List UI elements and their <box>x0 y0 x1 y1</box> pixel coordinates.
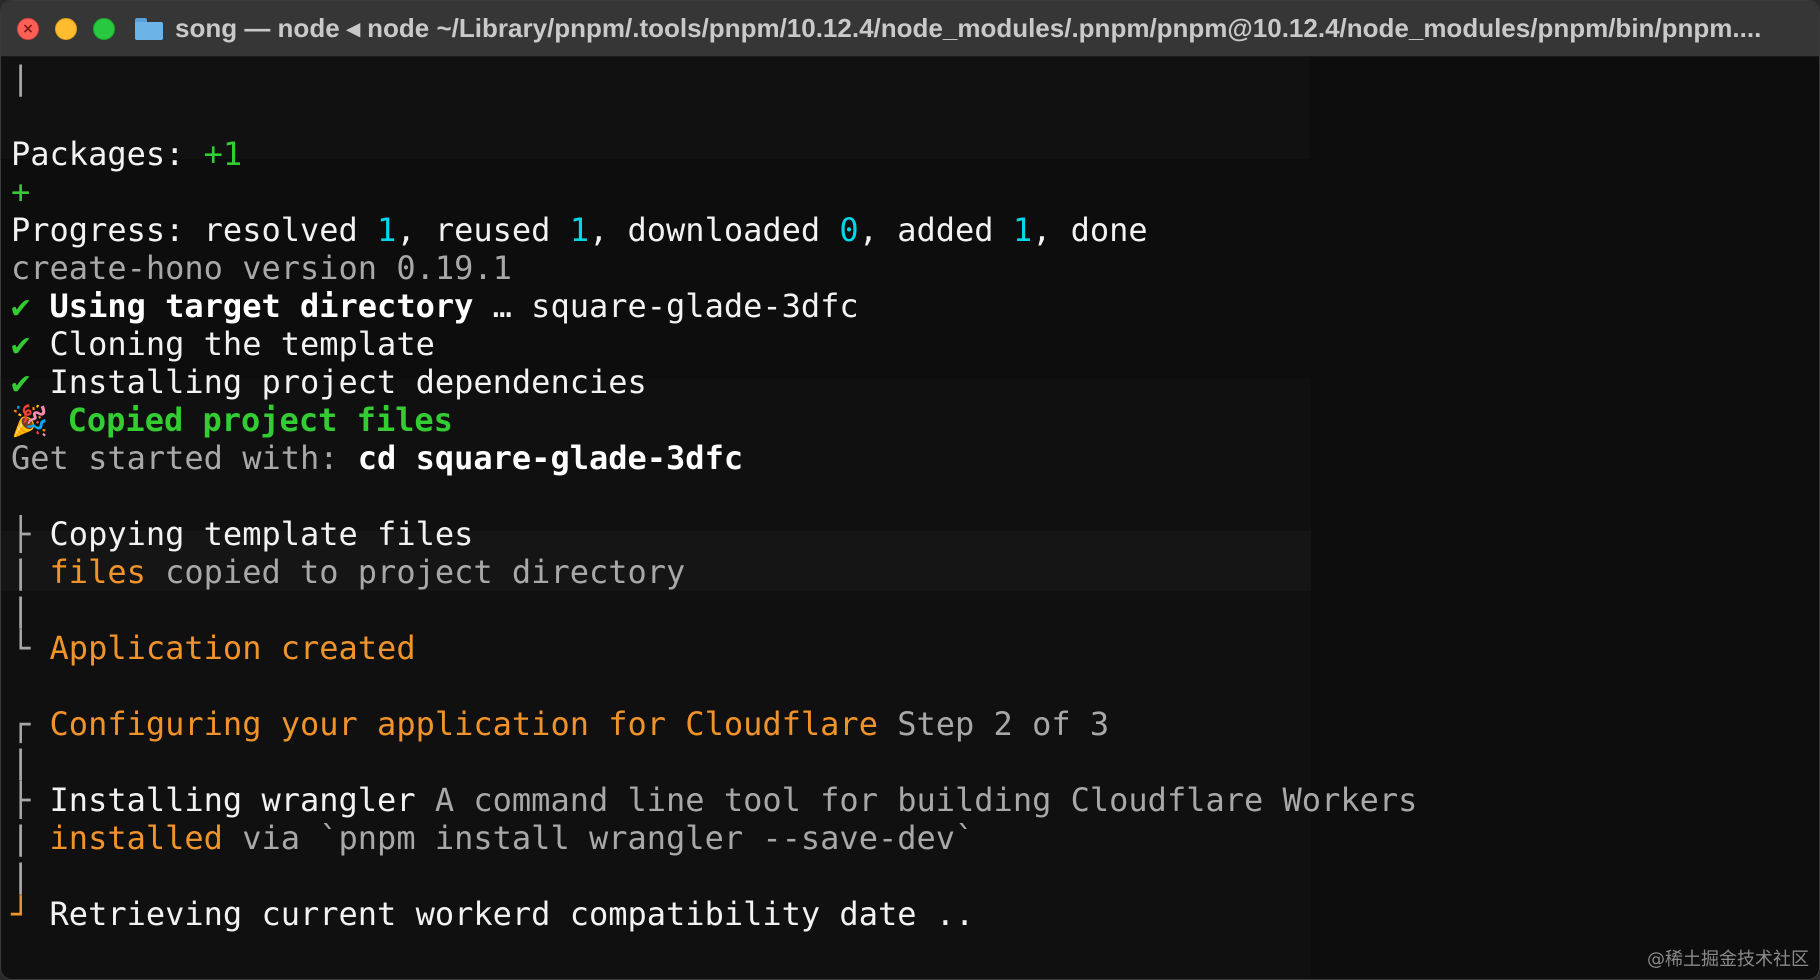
check-line: ✔ Cloning the template <box>11 325 435 363</box>
close-icon: × <box>22 20 34 37</box>
zoom-button[interactable] <box>93 17 115 40</box>
tree-bar: | <box>11 857 31 895</box>
window-title: song — node ◂ node ~/Library/pnpm/.tools… <box>175 13 1762 43</box>
copying-line: ├ Copying template files <box>11 515 474 553</box>
files-copied-line: | files copied to project directory <box>11 553 686 591</box>
check-line: ✔ Installing project dependencies <box>11 363 647 401</box>
app-created-line: └ Application created <box>11 629 416 667</box>
installing-line: ├ Installing wrangler A command line too… <box>11 781 1418 819</box>
retrieving-line: ┘ Retrieving current workerd compatibili… <box>11 895 975 933</box>
installed-line: | installed via `pnpm install wrangler -… <box>11 819 975 857</box>
configuring-line: ┌ Configuring your application for Cloud… <box>11 705 1110 743</box>
check-icon: ✔ <box>11 287 31 325</box>
progress-line: Progress: resolved 1, reused 1, download… <box>11 211 1148 249</box>
close-button[interactable]: × <box>17 17 39 40</box>
check-icon: ✔ <box>11 363 31 401</box>
plus-line: + <box>11 173 31 211</box>
get-started-line: Get started with: cd square-glade-3dfc <box>11 439 744 477</box>
packages-line: Packages: +1 <box>11 135 243 173</box>
minimize-button[interactable] <box>55 17 77 40</box>
party-popper-icon: 🎉 <box>11 404 49 439</box>
terminal-window: × song — node ◂ node ~/Library/pnpm/.too… <box>0 0 1820 980</box>
check-icon: ✔ <box>11 325 31 363</box>
check-line: ✔ Using target directory … square-glade-… <box>11 287 859 325</box>
version-line: create-hono version 0.19.1 <box>11 249 512 287</box>
tree-bar: | <box>11 591 31 629</box>
tree-bar: | <box>11 59 31 97</box>
title-bar[interactable]: × song — node ◂ node ~/Library/pnpm/.too… <box>1 1 1819 57</box>
terminal-output[interactable]: | Packages: +1 + Progress: resolved 1, r… <box>11 59 1811 933</box>
copied-line: 🎉 Copied project files <box>11 401 453 439</box>
watermark: @稀土掘金技术社区 <box>1647 949 1809 970</box>
folder-icon <box>135 17 163 40</box>
tree-bar: | <box>11 743 31 781</box>
